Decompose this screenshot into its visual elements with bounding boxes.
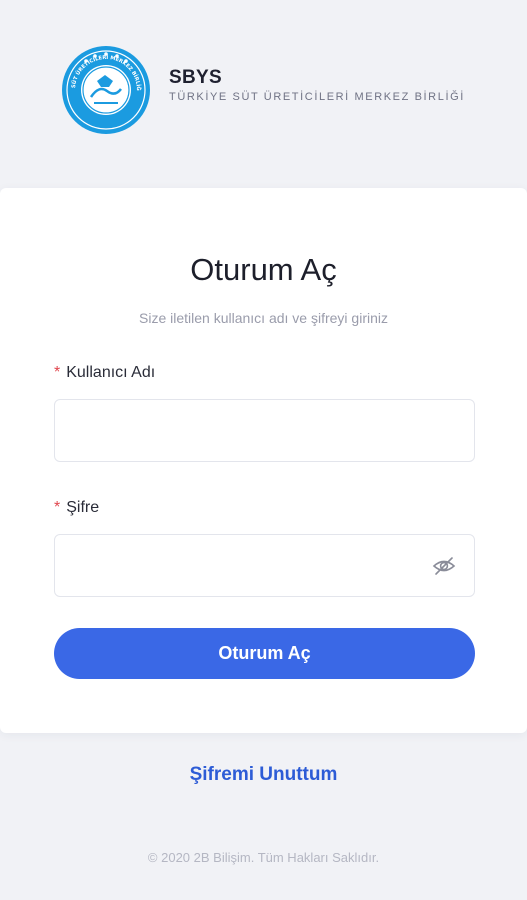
password-input[interactable] — [54, 534, 475, 597]
username-label-text: Kullanıcı Adı — [66, 364, 156, 381]
required-mark: * — [54, 364, 61, 381]
login-button[interactable]: Oturum Aç — [54, 628, 475, 679]
app-title: SBYS — [169, 67, 222, 88]
forgot-password-link[interactable]: Şifremi Unuttum — [0, 764, 527, 786]
brand-text: SBYS TÜRKİYE SÜT ÜRETİCİLERİ MERKEZ BİRL… — [169, 67, 465, 103]
username-label: * Kullanıcı Adı — [54, 364, 155, 382]
page-title: Oturum Aç — [190, 252, 337, 287]
organization-name: TÜRKİYE SÜT ÜRETİCİLERİ MERKEZ BİRLİĞİ — [169, 91, 465, 103]
password-label-text: Şifre — [66, 499, 100, 516]
password-label: * Şifre — [54, 499, 99, 517]
eye-off-icon[interactable] — [432, 554, 456, 578]
login-page: TÜRKİYE SÜT ÜRETİCİLERİ MERKEZ BİRLİĞİ T… — [0, 0, 527, 900]
login-card: Oturum Aç Size iletilen kullanıcı adı ve… — [0, 188, 527, 733]
login-description: Size iletilen kullanıcı adı ve şifreyi g… — [139, 310, 388, 326]
username-input[interactable] — [54, 399, 475, 462]
required-mark: * — [54, 499, 61, 516]
union-logo-icon: TÜRKİYE SÜT ÜRETİCİLERİ MERKEZ BİRLİĞİ T… — [61, 45, 150, 134]
copyright-footer: © 2020 2B Bilişim. Tüm Hakları Saklıdır. — [147, 850, 380, 865]
brand-header: TÜRKİYE SÜT ÜRETİCİLERİ MERKEZ BİRLİĞİ T… — [61, 45, 465, 135]
